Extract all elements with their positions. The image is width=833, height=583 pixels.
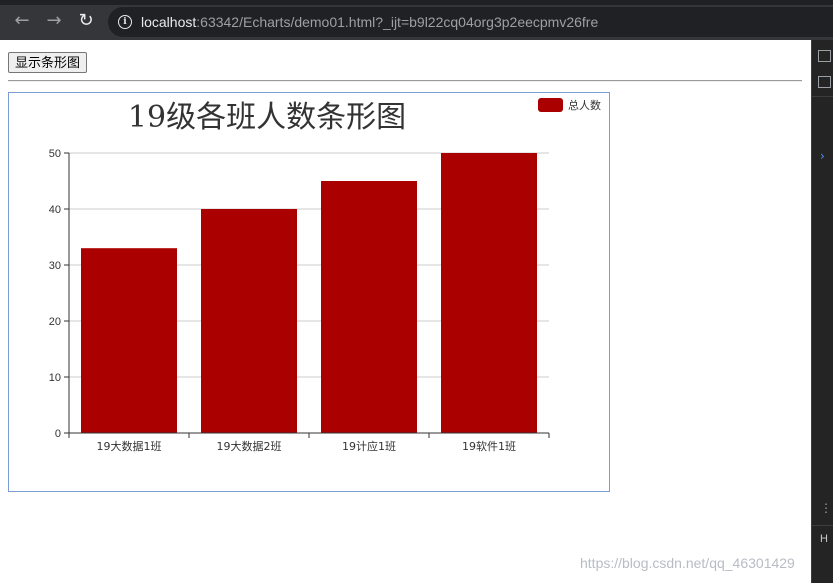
chart-container: 19级各班人数条形图 0 10 20 30 40 50 19大数据1班 19大数据2班 19计… [8, 92, 610, 492]
horizontal-rule [8, 80, 802, 82]
devtools-tab-h[interactable]: H [820, 533, 828, 545]
bar-chart: 19级各班人数条形图 0 10 20 30 40 50 19大数据1班 19大数据2班 19计… [49, 98, 601, 453]
device-toolbar-icon[interactable] [818, 76, 831, 88]
browser-toolbar: ← → ↻ i localhost:63342/Echarts/demo01.h… [0, 0, 833, 40]
chart-title: 19级各班人数条形图 [128, 100, 406, 135]
y-tick-label: 10 [49, 372, 61, 384]
devtools-divider-bottom [812, 525, 833, 526]
address-bar[interactable]: i localhost:63342/Echarts/demo01.html?_i… [108, 7, 833, 37]
y-tick-label: 40 [49, 204, 61, 216]
y-axis: 0 10 20 30 40 50 [49, 148, 70, 440]
legend-swatch[interactable] [538, 98, 563, 112]
y-tick-label: 20 [49, 316, 61, 328]
tab-strip [0, 0, 833, 5]
legend[interactable]: 总人数 [538, 98, 601, 112]
forward-arrow-icon[interactable]: → [44, 11, 64, 31]
back-arrow-icon[interactable]: ← [12, 11, 32, 31]
bar-4[interactable] [441, 153, 537, 433]
legend-label[interactable]: 总人数 [568, 98, 601, 112]
bar-3[interactable] [321, 181, 417, 433]
reload-icon[interactable]: ↻ [76, 11, 96, 31]
y-tick-label: 50 [49, 148, 61, 160]
url-host: localhost [141, 14, 197, 30]
inspect-element-icon[interactable] [818, 50, 831, 62]
url-path: :63342/Echarts/demo01.html?_ijt=b9l22cq0… [196, 14, 599, 30]
x-tick-label: 19大数据1班 [97, 439, 162, 453]
x-tick-label: 19软件1班 [462, 439, 516, 453]
y-tick-label: 30 [49, 260, 61, 272]
bar-2[interactable] [201, 209, 297, 433]
devtools-divider [812, 96, 833, 97]
bar-series [81, 153, 537, 433]
y-tick-label: 0 [55, 428, 61, 440]
devtools-panel: › ⋮ H [811, 40, 833, 583]
url-text[interactable]: localhost:63342/Echarts/demo01.html?_ijt… [141, 13, 598, 31]
more-options-icon[interactable]: ⋮ [820, 502, 832, 514]
expand-chevron-icon[interactable]: › [820, 149, 825, 163]
info-icon[interactable]: i [118, 15, 132, 29]
x-tick-label: 19计应1班 [342, 439, 396, 453]
csdn-watermark: https://blog.csdn.net/qq_46301429 [580, 555, 795, 571]
x-tick-label: 19大数据2班 [217, 439, 282, 453]
bar-1[interactable] [81, 248, 177, 433]
x-axis: 19大数据1班 19大数据2班 19计应1班 19软件1班 [68, 432, 550, 453]
show-bar-chart-button[interactable]: 显示条形图 [8, 52, 88, 73]
